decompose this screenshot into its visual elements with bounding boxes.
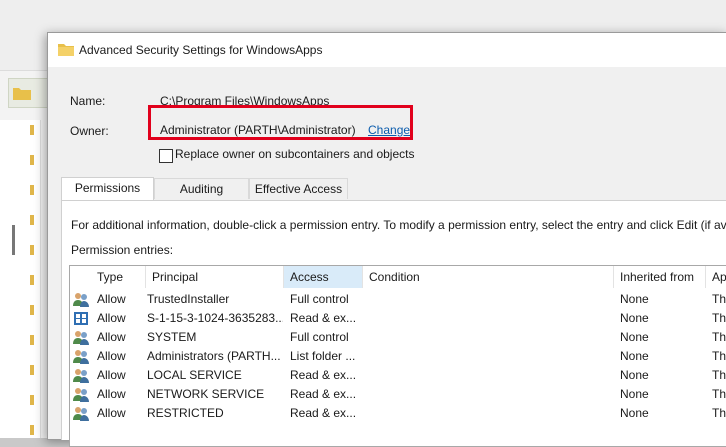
cell-type: Allow: [97, 349, 126, 363]
cell-applies-to: Th: [712, 292, 726, 306]
cell-principal: NETWORK SERVICE: [147, 387, 265, 401]
cell-inherited-from: None: [620, 311, 649, 325]
cell-applies-to: Th: [712, 387, 726, 401]
cell-principal: SYSTEM: [147, 330, 197, 344]
background-navigation-pane: [0, 120, 41, 438]
advanced-security-settings-dialog: Advanced Security Settings for WindowsAp…: [47, 32, 726, 447]
users-icon: [73, 293, 89, 307]
users-icon: [73, 388, 89, 402]
table-row[interactable]: Allow TrustedInstaller Full control None…: [70, 290, 726, 309]
cell-access: Full control: [290, 292, 349, 306]
table-row[interactable]: Allow S-1-15-3-1024-3635283... Read & ex…: [70, 309, 726, 328]
cell-principal: TrustedInstaller: [147, 292, 230, 306]
column-header-applies-to[interactable]: Ap: [706, 266, 726, 288]
folder-marker: [30, 125, 34, 135]
replace-owner-label[interactable]: Replace owner on subcontainers and objec…: [175, 147, 414, 161]
cell-applies-to: Th: [712, 349, 726, 363]
permission-entries-label: Permission entries:: [71, 243, 174, 257]
background-scrollbar: [12, 225, 15, 255]
cell-inherited-from: None: [620, 406, 649, 420]
column-header-principal[interactable]: Principal: [146, 266, 284, 288]
permissions-panel: For additional information, double-click…: [61, 200, 726, 447]
dialog-titlebar[interactable]: Advanced Security Settings for WindowsAp…: [48, 33, 726, 67]
app-package-icon: [74, 312, 88, 325]
cell-principal: Administrators (PARTH...: [147, 349, 281, 363]
folder-marker: [30, 245, 34, 255]
users-icon: [73, 369, 89, 383]
cell-inherited-from: None: [620, 292, 649, 306]
cell-principal: S-1-15-3-1024-3635283...: [147, 311, 283, 325]
folder-marker: [30, 365, 34, 375]
column-header-type[interactable]: Type: [70, 266, 146, 288]
folder-marker: [30, 425, 34, 435]
permission-entries-table[interactable]: Type Principal Access Condition Inherite…: [69, 265, 726, 447]
cell-access: Full control: [290, 330, 349, 344]
tab-effective-access[interactable]: Effective Access: [249, 178, 348, 199]
cell-type: Allow: [97, 292, 126, 306]
cell-access: Read & ex...: [290, 368, 357, 382]
column-header-condition[interactable]: Condition: [363, 266, 614, 288]
cell-access: Read & ex...: [290, 387, 357, 401]
folder-marker: [30, 215, 34, 225]
background-address-bar: [8, 78, 50, 108]
cell-applies-to: Th: [712, 330, 726, 344]
cell-type: Allow: [97, 406, 126, 420]
cell-inherited-from: None: [620, 330, 649, 344]
cell-principal: LOCAL SERVICE: [147, 368, 242, 382]
folder-marker: [30, 185, 34, 195]
folder-marker: [30, 305, 34, 315]
cell-inherited-from: None: [620, 387, 649, 401]
cell-applies-to: Th: [712, 311, 726, 325]
users-icon: [73, 331, 89, 345]
table-row[interactable]: Allow Administrators (PARTH... List fold…: [70, 347, 726, 366]
cell-inherited-from: None: [620, 349, 649, 363]
users-icon: [73, 350, 89, 364]
cell-access: List folder ...: [290, 349, 356, 363]
folder-icon: [58, 44, 74, 56]
tab-auditing[interactable]: Auditing: [154, 178, 249, 199]
cell-access: Read & ex...: [290, 311, 357, 325]
column-header-inherited-from[interactable]: Inherited from: [614, 266, 706, 288]
table-row[interactable]: Allow LOCAL SERVICE Read & ex... None Th: [70, 366, 726, 385]
folder-icon: [13, 88, 31, 100]
cell-type: Allow: [97, 311, 126, 325]
folder-marker: [30, 155, 34, 165]
cell-access: Read & ex...: [290, 406, 357, 420]
cell-inherited-from: None: [620, 368, 649, 382]
cell-type: Allow: [97, 330, 126, 344]
table-row[interactable]: Allow RESTRICTED Read & ex... None Th: [70, 404, 726, 423]
folder-marker: [30, 335, 34, 345]
dialog-title: Advanced Security Settings for WindowsAp…: [79, 43, 323, 57]
cell-applies-to: Th: [712, 406, 726, 420]
cell-principal: RESTRICTED: [147, 406, 224, 420]
table-row[interactable]: Allow SYSTEM Full control None Th: [70, 328, 726, 347]
name-label: Name:: [70, 94, 106, 108]
info-text: For additional information, double-click…: [71, 218, 726, 232]
tab-permissions[interactable]: Permissions: [61, 177, 154, 200]
folder-marker: [30, 275, 34, 285]
owner-label: Owner:: [70, 124, 109, 138]
replace-owner-checkbox[interactable]: [159, 149, 173, 163]
dialog-body: Name: C:\Program Files\WindowsApps Owner…: [48, 67, 726, 447]
users-icon: [73, 407, 89, 421]
column-header-access[interactable]: Access: [284, 266, 363, 288]
folder-marker: [30, 395, 34, 405]
owner-highlight-box: [148, 105, 413, 140]
cell-applies-to: Th: [712, 368, 726, 382]
cell-type: Allow: [97, 368, 126, 382]
table-row[interactable]: Allow NETWORK SERVICE Read & ex... None …: [70, 385, 726, 404]
cell-type: Allow: [97, 387, 126, 401]
